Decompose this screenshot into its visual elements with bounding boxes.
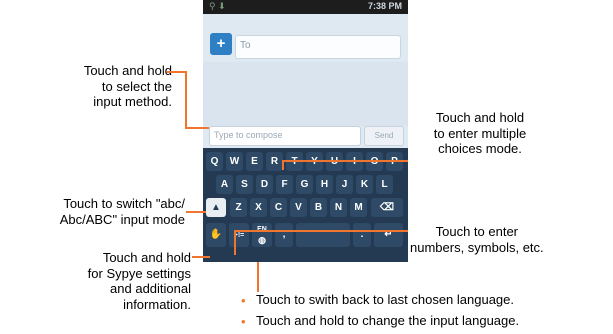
key-a[interactable]: A bbox=[216, 175, 233, 194]
annotation-line: to select the bbox=[101, 78, 172, 94]
leader-line bbox=[185, 127, 209, 129]
key-z[interactable]: Z bbox=[230, 198, 247, 217]
leader-line bbox=[234, 230, 408, 232]
hand-icon: ✋ bbox=[209, 229, 223, 240]
annotation-line: choices mode. bbox=[438, 141, 522, 156]
status-bar: ⚲ ⬇ 7:38 PM bbox=[203, 0, 408, 14]
key-c[interactable]: C bbox=[270, 198, 287, 217]
language-key[interactable]: EN ◍ bbox=[252, 223, 272, 247]
comma-key[interactable]: , bbox=[275, 223, 293, 247]
key-k[interactable]: K bbox=[356, 175, 373, 194]
numbers-key[interactable]: +!= bbox=[229, 223, 249, 247]
annotation-numbers-symbols: Touch to enter numbers, symbols, etc. bbox=[410, 224, 544, 255]
backspace-icon: ⌫ bbox=[379, 202, 395, 213]
key-w[interactable]: W bbox=[226, 152, 243, 171]
key-g[interactable]: G bbox=[296, 175, 313, 194]
annotation-line: and additional bbox=[110, 281, 191, 296]
key-r[interactable]: R bbox=[266, 152, 283, 171]
annotation-line: Touch and hold bbox=[83, 63, 172, 78]
annotation-line: numbers, symbols, etc. bbox=[410, 239, 544, 255]
key-s[interactable]: S bbox=[236, 175, 253, 194]
status-time: 7:38 PM bbox=[367, 1, 402, 11]
key-n[interactable]: N bbox=[330, 198, 347, 217]
leader-line bbox=[282, 160, 284, 170]
add-contact-icon[interactable]: + bbox=[210, 33, 232, 55]
leader-line bbox=[185, 71, 187, 128]
annotation-language-change: Touch and hold to change the input langu… bbox=[256, 313, 520, 328]
annotation-input-method: Touch and hold to select the input metho… bbox=[84, 63, 172, 110]
key-h[interactable]: H bbox=[316, 175, 333, 194]
annotation-line: input method. bbox=[93, 94, 172, 109]
key-b[interactable]: B bbox=[310, 198, 327, 217]
send-button[interactable]: Send bbox=[364, 126, 404, 146]
to-label: To bbox=[240, 40, 251, 51]
leader-line bbox=[192, 256, 210, 258]
key-q[interactable]: Q bbox=[206, 152, 223, 171]
key-x[interactable]: X bbox=[250, 198, 267, 217]
annotation-settings: Touch and hold for Sypye settings and ad… bbox=[88, 250, 191, 312]
globe-icon: ◍ bbox=[258, 235, 266, 245]
annotation-line: Touch and hold bbox=[102, 250, 191, 265]
shift-icon: ▲ bbox=[211, 202, 221, 213]
space-key[interactable] bbox=[296, 223, 350, 247]
to-field[interactable]: To bbox=[235, 35, 401, 59]
phone-screen: ⚲ ⬇ 7:38 PM + To Type to compose Send Q … bbox=[203, 0, 408, 262]
enter-key[interactable]: ↵ bbox=[374, 223, 403, 247]
annotation-line: information. bbox=[123, 296, 191, 312]
compose-field[interactable]: Type to compose bbox=[209, 126, 361, 146]
key-d[interactable]: D bbox=[256, 175, 273, 194]
leader-line bbox=[234, 230, 236, 255]
key-f[interactable]: F bbox=[276, 175, 293, 194]
annotation-switch-case: Touch to switch "abc/ Abc/ABC" input mod… bbox=[60, 196, 185, 227]
delete-key[interactable]: ⌫ bbox=[371, 198, 403, 217]
leader-line bbox=[282, 160, 408, 162]
key-m[interactable]: M bbox=[350, 198, 367, 217]
leader-line bbox=[257, 262, 259, 292]
annotation-line: to enter multiple bbox=[433, 125, 527, 141]
key-l[interactable]: L bbox=[376, 175, 393, 194]
key-v[interactable]: V bbox=[290, 198, 307, 217]
bullet-dot: • bbox=[241, 314, 246, 329]
annotation-line: Touch to switch "abc/ bbox=[63, 196, 185, 211]
message-area bbox=[203, 62, 408, 126]
key-j[interactable]: J bbox=[336, 175, 353, 194]
period-key[interactable]: . bbox=[353, 223, 371, 247]
annotation-line: Abc/ABC" input mode bbox=[59, 211, 185, 227]
shift-key[interactable]: ▲ bbox=[206, 198, 226, 217]
annotation-line: Touch to enter bbox=[435, 224, 519, 239]
compose-placeholder: Type to compose bbox=[214, 130, 283, 140]
notification-icon: ⚲ ⬇ bbox=[209, 1, 226, 11]
annotation-language-back: Touch to swith back to last chosen langu… bbox=[256, 292, 514, 307]
bullet-dot: • bbox=[241, 293, 246, 308]
leader-line bbox=[186, 211, 206, 213]
key-e[interactable]: E bbox=[246, 152, 263, 171]
annotation-line: Touch and hold bbox=[435, 110, 525, 125]
leader-line bbox=[167, 71, 186, 73]
annotation-line: for Sypye settings bbox=[87, 265, 191, 281]
settings-key[interactable]: ✋ bbox=[206, 223, 226, 247]
annotation-multiple-choices: Touch and hold to enter multiple choices… bbox=[410, 110, 550, 157]
